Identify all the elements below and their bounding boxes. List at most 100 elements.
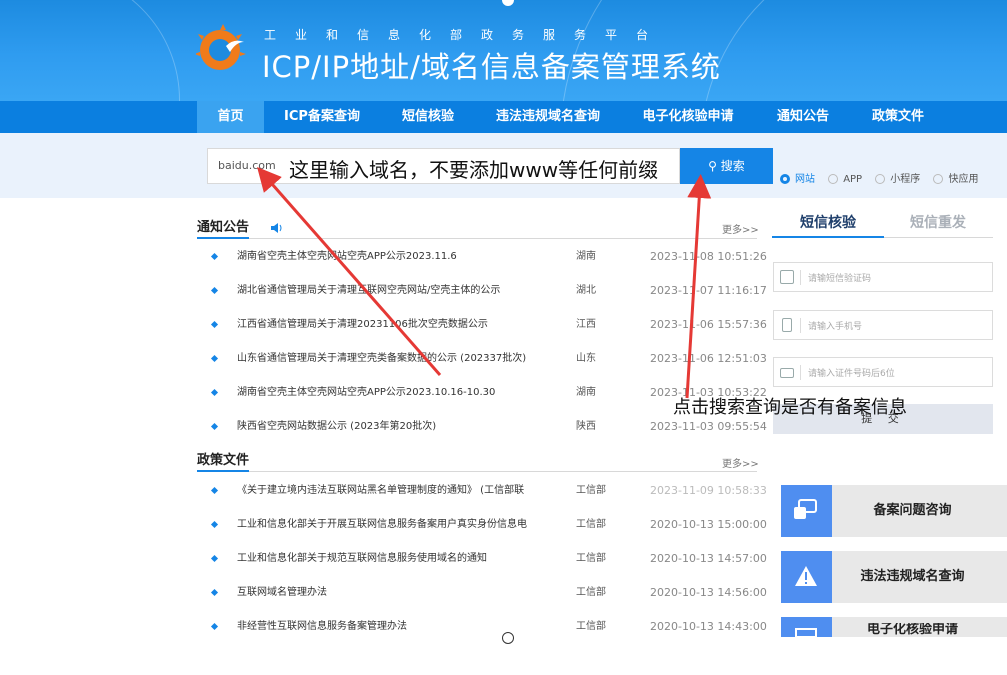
- bullet-icon: [210, 622, 219, 631]
- id-number-field[interactable]: 请输入证件号码后6位: [773, 357, 993, 387]
- notice-row[interactable]: 湖南省空壳主体空壳网站空壳APP公示2023.11.6 湖南 2023-11-08 …: [210, 248, 767, 266]
- row-title[interactable]: 湖南省空壳主体空壳网站空壳APP公示2023.10.16-10.30: [237, 384, 537, 402]
- field-separator: [800, 270, 801, 285]
- row-title[interactable]: 非经营性互联网信息服务备案管理办法: [237, 618, 537, 636]
- radio-mini-program[interactable]: 小程序: [875, 174, 920, 185]
- row-region: 湖南: [576, 387, 596, 398]
- row-region: 湖南: [576, 251, 596, 262]
- nav-notices[interactable]: 通知公告: [766, 101, 840, 133]
- bullet-icon: [210, 252, 219, 261]
- row-region: 工信部: [576, 587, 606, 598]
- tab-active-underline: [772, 236, 884, 238]
- policy-row[interactable]: 工业和信息化部关于规范互联网信息服务使用域名的通知 工信部 2020-10-13 1…: [210, 550, 767, 568]
- warning-icon: [781, 551, 832, 603]
- row-date: 2023-11-06 15:57:36: [650, 318, 767, 331]
- bullet-icon: [210, 354, 219, 363]
- speaker-icon: [271, 223, 282, 233]
- tab-sms-resend[interactable]: 短信重发: [884, 208, 992, 238]
- section-underline: [197, 470, 249, 472]
- bullet-icon: [210, 520, 219, 529]
- search-annotation: 点击搜索查询是否有备案信息: [673, 397, 907, 418]
- notice-row[interactable]: 山东省通信管理局关于清理空壳类备案数据的公示 (202337批次) 山东 2023-…: [210, 350, 767, 368]
- field-separator: [800, 318, 801, 333]
- field-separator: [800, 365, 801, 380]
- row-title[interactable]: 湖南省空壳主体空壳网站空壳APP公示2023.11.6: [237, 248, 537, 266]
- sms-code-field[interactable]: 请输短信验证码: [773, 262, 993, 292]
- nav-icp-query[interactable]: ICP备案查询: [272, 101, 372, 133]
- radio-website[interactable]: 网站: [780, 174, 815, 185]
- row-region: 工信部: [576, 485, 606, 496]
- row-title[interactable]: 互联网域名管理办法: [237, 584, 537, 602]
- tab-sms-verify[interactable]: 短信核验: [772, 208, 884, 238]
- notice-row[interactable]: 湖北省通信管理局关于清理互联网空壳网站/空壳主体的公示 湖北 2023-11-07 …: [210, 282, 767, 300]
- phone-icon: [782, 318, 792, 332]
- divider: [197, 238, 757, 239]
- policy-row[interactable]: 非经营性互联网信息服务备案管理办法 工信部 2020-10-13 14:43:00: [210, 618, 767, 636]
- row-region: 工信部: [576, 519, 606, 530]
- row-title[interactable]: 湖北省通信管理局关于清理互联网空壳网站/空壳主体的公示: [237, 282, 537, 300]
- row-date: 2020-10-13 14:57:00: [650, 552, 767, 565]
- card-label: 备案问题咨询: [873, 503, 952, 518]
- row-title[interactable]: 山东省通信管理局关于清理空壳类备案数据的公示 (202337批次): [237, 350, 537, 368]
- bullet-icon: [210, 286, 219, 295]
- header-banner: 工业和信息化部政务服务平台 ICP/IP地址/域名信息备案管理系统: [0, 0, 1007, 101]
- row-region: 江西: [576, 319, 596, 330]
- radio-app[interactable]: APP: [828, 174, 862, 185]
- card-illegal-domain[interactable]: 违法违规域名查询: [781, 551, 1007, 603]
- notices-more-link[interactable]: 更多>>: [722, 221, 759, 236]
- card-consult[interactable]: 备案问题咨询: [781, 485, 1007, 537]
- chat-icon: [781, 485, 832, 537]
- policy-row[interactable]: 工业和信息化部关于开展互联网信息服务备案用户真实身份信息电 工信部 2020-10-…: [210, 516, 767, 534]
- notices-title: 通知公告: [197, 220, 250, 235]
- policies-title: 政策文件: [197, 453, 250, 468]
- scroll-indicator-bottom: [502, 632, 514, 644]
- card-e-verify[interactable]: 电子化核验申请: [781, 617, 1007, 637]
- radio-icon: [828, 174, 839, 184]
- bullet-icon: [210, 320, 219, 329]
- nav-sms-verify[interactable]: 短信核验: [392, 101, 464, 133]
- row-date: 2020-10-13 14:56:00: [650, 586, 767, 599]
- row-date: 2020-10-13 14:43:00: [650, 620, 767, 633]
- main-nav: 首页 ICP备案查询 短信核验 违法违规域名查询 电子化核验申请 通知公告 政策…: [0, 101, 1007, 133]
- card-label: 违法违规域名查询: [860, 569, 965, 584]
- decorative-ring: [0, 0, 180, 101]
- notice-row[interactable]: 陕西省空壳网站数据公示 (2023年第20批次) 陕西 2023-11-03 09:…: [210, 418, 767, 436]
- row-date: 2023-11-06 12:51:03: [650, 352, 767, 365]
- search-button[interactable]: ⚲ 搜索: [680, 148, 773, 184]
- nav-home[interactable]: 首页: [197, 101, 264, 133]
- nav-illegal-domain-query[interactable]: 违法违规域名查询: [486, 101, 610, 133]
- row-date: 2023-11-03 09:55:54: [650, 420, 767, 433]
- policy-row[interactable]: 《关于建立境内违法互联网站黑名单管理制度的通知》 (工信部联 工信部 2023-11…: [210, 482, 767, 500]
- platform-subtitle: 工业和信息化部政务服务平台: [264, 28, 668, 42]
- row-date: 2023-11-09 10:58:33: [650, 484, 767, 497]
- bullet-icon: [210, 486, 219, 495]
- policy-row[interactable]: 互联网域名管理办法 工信部 2020-10-13 14:56:00: [210, 584, 767, 602]
- row-title[interactable]: 江西省通信管理局关于清理20231106批次空壳数据公示: [237, 316, 537, 334]
- message-icon: [780, 270, 794, 284]
- system-title: ICP/IP地址/域名信息备案管理系统: [262, 50, 721, 84]
- row-region: 山东: [576, 353, 596, 364]
- bullet-icon: [210, 422, 219, 431]
- policies-more-link[interactable]: 更多>>: [722, 455, 759, 470]
- radio-icon: [933, 174, 944, 184]
- card-label: 电子化核验申请: [866, 623, 958, 637]
- search-type-radio-group: 网站 APP 小程序 快应用: [780, 170, 988, 185]
- miit-logo-icon: [196, 24, 246, 70]
- radio-quick-app[interactable]: 快应用: [933, 174, 978, 185]
- row-region: 陕西: [576, 421, 596, 432]
- radio-selected-icon: [780, 174, 790, 184]
- nav-policies[interactable]: 政策文件: [862, 101, 934, 133]
- row-date: 2023-11-08 10:51:26: [650, 250, 767, 263]
- row-title[interactable]: 《关于建立境内违法互联网站黑名单管理制度的通知》 (工信部联: [237, 482, 537, 500]
- id-card-icon: [780, 368, 794, 378]
- row-title[interactable]: 工业和信息化部关于开展互联网信息服务备案用户真实身份信息电: [237, 516, 537, 534]
- phone-field[interactable]: 请输入手机号: [773, 310, 993, 340]
- nav-e-verify-apply[interactable]: 电子化核验申请: [632, 101, 744, 133]
- row-title[interactable]: 陕西省空壳网站数据公示 (2023年第20批次): [237, 418, 537, 436]
- row-date: 2023-11-07 11:16:17: [650, 284, 767, 297]
- radio-icon: [875, 174, 886, 184]
- row-title[interactable]: 工业和信息化部关于规范互联网信息服务使用域名的通知: [237, 550, 537, 568]
- notice-row[interactable]: 江西省通信管理局关于清理20231106批次空壳数据公示 江西 2023-11-06…: [210, 316, 767, 334]
- bullet-icon: [210, 588, 219, 597]
- divider: [884, 237, 993, 238]
